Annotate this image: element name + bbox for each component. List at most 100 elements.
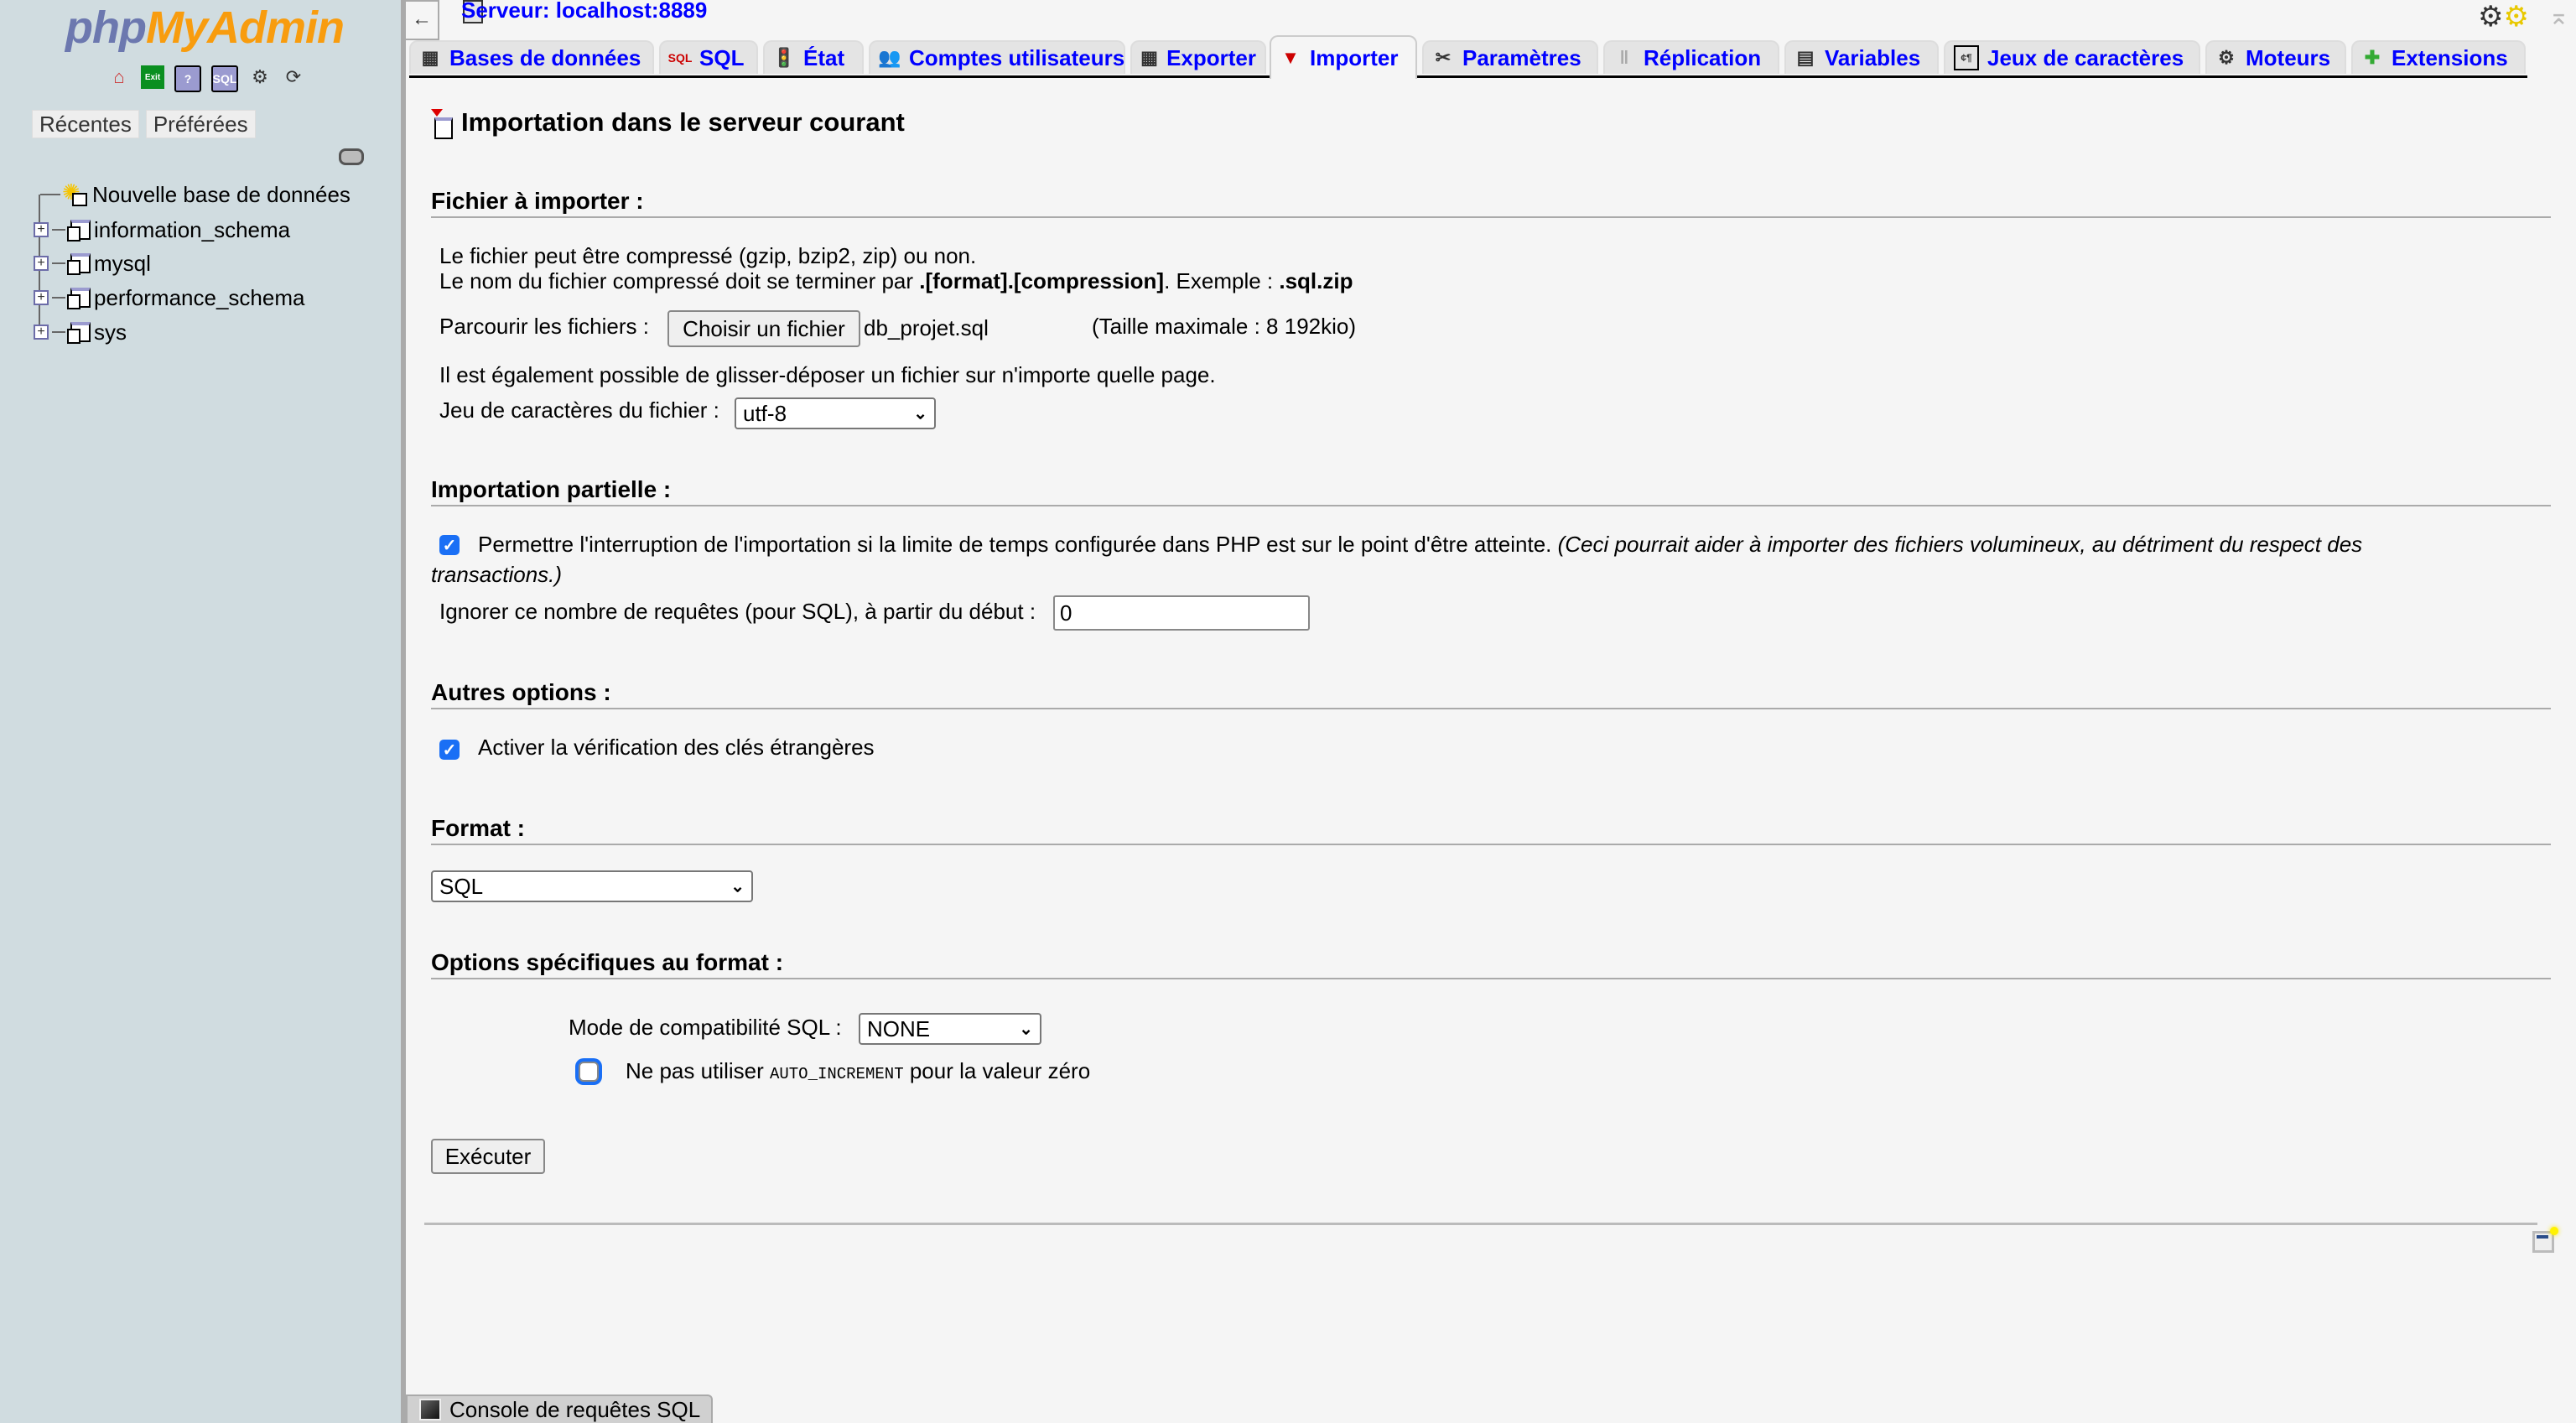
expand-icon[interactable]: + — [34, 222, 49, 237]
recent-tables-tab[interactable]: Récentes — [32, 110, 139, 138]
no-auto-increment-label: Ne pas utiliser AUTO_INCREMENT pour la v… — [626, 1058, 1091, 1083]
extensions-puzzle-icon: ✚ — [2364, 47, 2381, 68]
tree-connector — [52, 262, 65, 264]
skip-queries-input[interactable]: 0 — [1053, 595, 1310, 631]
allow-interrupt-label: Permettre l'interruption de l'importatio… — [478, 532, 2363, 557]
foreign-key-checks-checkbox[interactable]: ✓ — [439, 740, 460, 760]
user-accounts-icon: 👥 — [878, 47, 901, 68]
tree-connector — [52, 331, 65, 333]
reload-icon[interactable]: ⟳ — [282, 65, 305, 89]
tab-settings[interactable]: ✂ Paramètres — [1422, 40, 1598, 74]
filename-note: Le nom du fichier compressé doit se term… — [439, 268, 1353, 293]
new-database-icon: ✺ — [62, 179, 87, 206]
section-partial-legend: Importation partielle : — [431, 476, 2551, 506]
tree-item-database[interactable]: + performance_schema — [34, 281, 304, 314]
max-upload-size: (Taille maximale : 8 192kio) — [1092, 314, 1357, 339]
expand-icon[interactable]: + — [34, 290, 49, 305]
tree-connector — [40, 194, 60, 195]
link-with-main-panel-icon[interactable] — [339, 148, 364, 165]
database-icon — [67, 220, 91, 241]
tree-connector — [52, 229, 65, 231]
database-icon — [67, 253, 91, 275]
allow-interrupt-note-continued: transactions.) — [431, 562, 563, 587]
notifications-icon[interactable] — [2532, 1227, 2558, 1253]
allow-interrupt-checkbox[interactable]: ✓ — [439, 535, 460, 555]
execute-button[interactable]: Exécuter — [431, 1139, 545, 1174]
server-tabs: ▦ Bases de données SQL SQL 🚦 État 👥 Comptes … — [409, 35, 2527, 79]
section-format-options-legend: Options spécifiques au format : — [431, 949, 2551, 979]
database-name: sys — [94, 319, 127, 345]
breadcrumb-server[interactable]: Serveur: localhost:8889 — [461, 0, 707, 23]
navigation-sidebar: phpMyAdmin ⌂ Exit ? SQL ⚙ ⟳ Récentes Pré… — [0, 0, 406, 1423]
tree-connector — [52, 297, 65, 299]
page-settings-icon[interactable]: ⚙⚙ — [2478, 0, 2529, 34]
import-icon — [431, 109, 454, 139]
sql-icon: SQL — [667, 51, 693, 65]
database-name: information_schema — [94, 216, 291, 242]
chevron-down-icon: ⌄ — [730, 877, 745, 896]
tab-replication[interactable]: ‖ Réplication — [1603, 40, 1779, 74]
charset-select[interactable]: utf-8 ⌄ — [735, 397, 936, 429]
settings-gear-icon[interactable]: ⚙ — [248, 65, 272, 89]
exit-icon[interactable]: Exit — [141, 65, 164, 89]
foreign-key-checks-label: Activer la vérification des clés étrangè… — [478, 735, 875, 760]
expand-icon[interactable]: + — [34, 256, 49, 271]
scroll-to-top-icon[interactable]: ⌅ — [2548, 2, 2569, 31]
sidebar-tabs: Récentes Préférées — [32, 110, 256, 138]
chosen-filename: db_projet.sql — [864, 315, 989, 340]
section-file-legend: Fichier à importer : — [431, 188, 2551, 218]
tab-databases[interactable]: ▦ Bases de données — [409, 40, 654, 74]
drag-drop-note: Il est également possible de glisser-dép… — [439, 362, 1216, 387]
chevron-down-icon: ⌄ — [913, 404, 927, 423]
database-name: performance_schema — [94, 284, 305, 310]
tab-status[interactable]: 🚦 État — [763, 40, 864, 74]
choose-file-button[interactable]: Choisir un fichier — [667, 310, 860, 347]
help-icon[interactable]: ? — [174, 65, 201, 92]
sql-console-toggle[interactable]: Console de requêtes SQL — [406, 1394, 713, 1423]
collapse-sidebar-button[interactable]: ← — [406, 0, 439, 40]
tab-user-accounts[interactable]: 👥 Comptes utilisateurs — [869, 40, 1125, 74]
settings-tools-icon: ✂ — [1435, 47, 1452, 68]
databases-icon: ▦ — [421, 47, 439, 68]
home-icon[interactable]: ⌂ — [107, 65, 131, 89]
tree-item-database[interactable]: + information_schema — [34, 213, 290, 247]
compression-note: Le fichier peut être compressé (gzip, bz… — [439, 243, 977, 268]
format-select[interactable]: SQL ⌄ — [431, 870, 753, 902]
skip-queries-label: Ignorer ce nombre de requêtes (pour SQL)… — [439, 599, 1036, 624]
tree-item-database[interactable]: + sys — [34, 315, 127, 349]
engines-icon: ⚙ — [2218, 47, 2235, 68]
tab-extensions[interactable]: ✚ Extensions — [2351, 40, 2526, 74]
export-icon: ▦ — [1140, 47, 1158, 68]
sidebar-nav-icons: ⌂ Exit ? SQL ⚙ ⟳ — [107, 65, 305, 92]
expand-icon[interactable]: + — [34, 325, 49, 340]
database-icon — [67, 288, 91, 309]
tree-item-database[interactable]: + mysql — [34, 247, 151, 280]
tab-export[interactable]: ▦ Exporter — [1130, 40, 1266, 74]
charset-label: Jeu de caractères du fichier : — [439, 397, 719, 423]
tab-engines[interactable]: ⚙ Moteurs — [2205, 40, 2346, 74]
tab-sql[interactable]: SQL SQL — [659, 40, 758, 74]
database-name: mysql — [94, 250, 151, 276]
favorite-tables-tab[interactable]: Préférées — [145, 110, 256, 138]
main-panel: ← Serveur: localhost:8889 ⚙⚙ ⌅ ▦ Bases de… — [406, 0, 2576, 1423]
tab-charsets[interactable]: ¢¶ Jeux de caractères — [1944, 40, 2200, 74]
sql-query-icon[interactable]: SQL — [211, 65, 238, 92]
tree-item-new-database[interactable]: ✺ Nouvelle base de données — [40, 178, 351, 211]
import-icon: ▼ — [1281, 47, 1300, 68]
sql-compat-select[interactable]: NONE ⌄ — [859, 1013, 1041, 1045]
chevron-down-icon: ⌄ — [1019, 1020, 1033, 1039]
replication-icon: ‖ — [1619, 47, 1629, 68]
sql-compat-label: Mode de compatibilité SQL : — [569, 1015, 842, 1040]
section-other-legend: Autres options : — [431, 679, 2551, 709]
server-label: Serveur: localhost:8889 — [461, 0, 708, 23]
database-icon — [67, 322, 91, 344]
phpmyadmin-logo[interactable]: phpMyAdmin — [65, 2, 345, 54]
tab-variables[interactable]: ▤ Variables — [1784, 40, 1939, 74]
section-format-legend: Format : — [431, 815, 2551, 845]
charset-icon: ¢¶ — [1954, 45, 1979, 70]
no-auto-increment-checkbox[interactable] — [579, 1062, 599, 1082]
new-database-label: Nouvelle base de données — [92, 181, 351, 207]
tab-import[interactable]: ▼ Importer — [1270, 35, 1417, 79]
variables-icon: ▤ — [1796, 47, 1815, 68]
status-traffic-light-icon: 🚦 — [772, 47, 796, 68]
